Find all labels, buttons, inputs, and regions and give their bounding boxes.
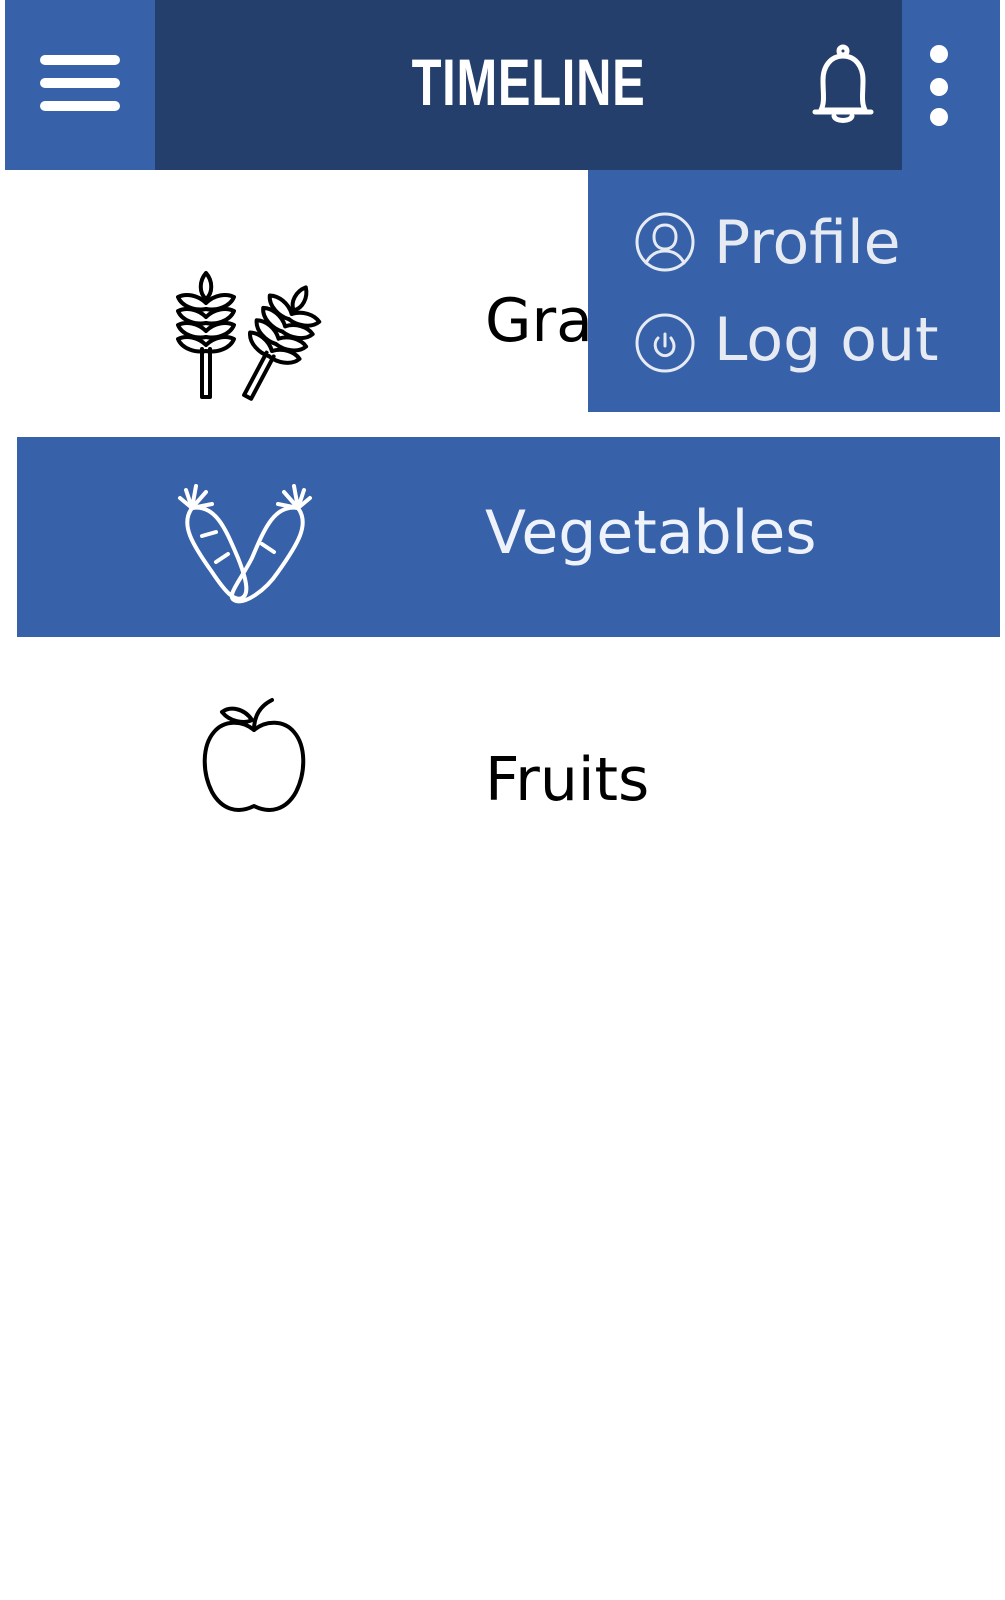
menu-button[interactable] — [5, 0, 155, 170]
overflow-menu: Profile Log out — [588, 170, 1000, 412]
title-panel: TIMELINE — [155, 0, 902, 170]
list-item-label: Vegetables — [485, 498, 817, 568]
menu-item-profile[interactable]: Profile — [588, 192, 1000, 292]
carrot-icon — [178, 484, 312, 604]
wheat-icon — [176, 271, 322, 401]
power-icon — [635, 313, 695, 373]
menu-item-label: Profile — [714, 208, 901, 278]
more-options-button[interactable] — [902, 0, 1000, 170]
list-item-vegetables[interactable]: Vegetables — [17, 437, 1000, 637]
page-title: TIMELINE — [411, 45, 646, 119]
menu-item-log-out[interactable]: Log out — [588, 292, 1000, 392]
user-icon — [635, 212, 695, 272]
app-bar: TIMELINE — [5, 0, 1000, 170]
list-item-fruits[interactable]: Fruits — [17, 640, 1000, 843]
list-item-label: Fruits — [485, 745, 650, 815]
bell-icon[interactable] — [811, 44, 875, 126]
menu-item-label: Log out — [714, 305, 939, 375]
apple-icon — [202, 698, 306, 812]
